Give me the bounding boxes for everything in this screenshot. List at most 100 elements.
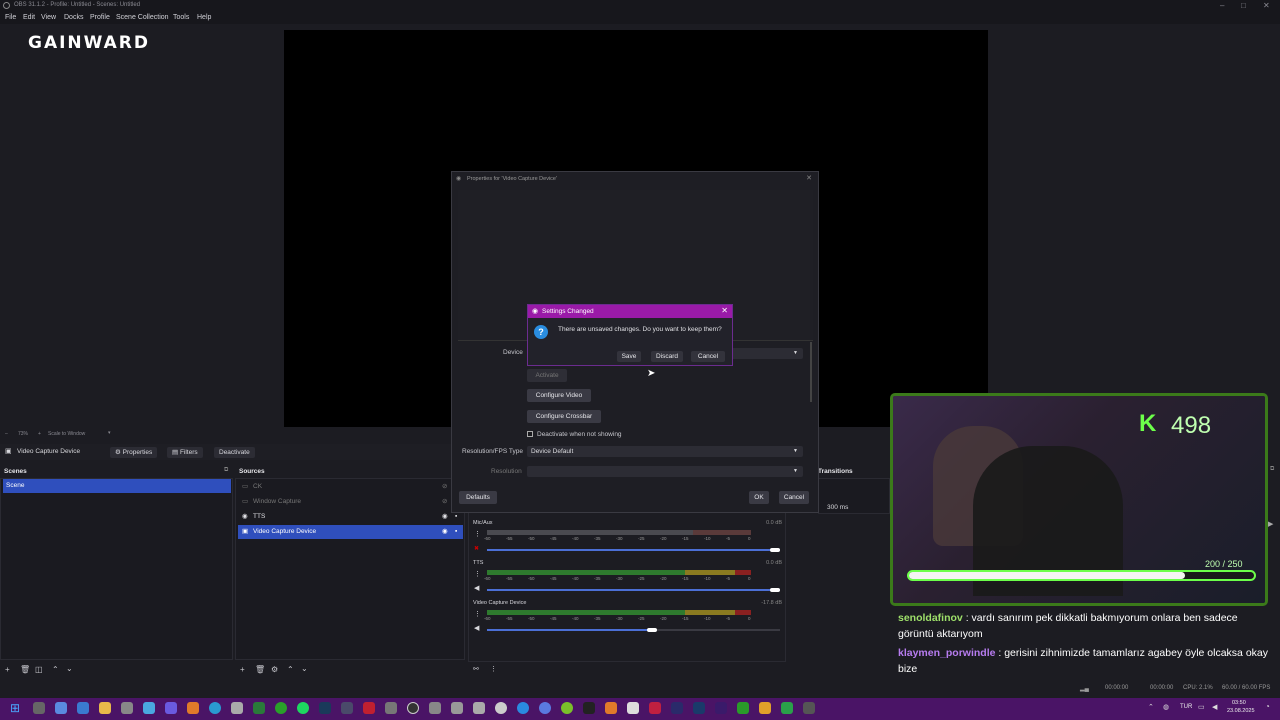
chevron-up-icon[interactable]: ⌃ bbox=[287, 665, 294, 674]
link-icon[interactable]: ⚯ bbox=[473, 665, 479, 673]
filters-button[interactable]: ▤ Filters bbox=[167, 447, 203, 458]
source-item[interactable]: ▭ Window Capture ⊘ bbox=[238, 495, 463, 509]
configure-crossbar-button[interactable]: Configure Crossbar bbox=[527, 410, 601, 423]
cancel-button[interactable]: Cancel bbox=[691, 351, 725, 362]
language-indicator[interactable]: TUR bbox=[1180, 704, 1192, 710]
maximize-icon[interactable]: □ bbox=[1241, 1, 1246, 10]
volume-knob[interactable] bbox=[770, 588, 780, 592]
search-icon[interactable] bbox=[33, 702, 45, 714]
source-item[interactable]: ▭ CK ⊘ bbox=[238, 480, 463, 494]
discord-icon[interactable] bbox=[165, 702, 177, 714]
add-icon[interactable]: + bbox=[5, 665, 10, 674]
app-icon[interactable] bbox=[363, 702, 375, 714]
after-effects-icon[interactable] bbox=[671, 702, 683, 714]
filter-icon[interactable]: ◫ bbox=[35, 665, 43, 674]
obs-taskbar-icon[interactable] bbox=[407, 702, 419, 714]
spotify-icon[interactable] bbox=[297, 702, 309, 714]
menu-file[interactable]: File bbox=[5, 14, 16, 21]
eye-hidden-icon[interactable]: ⊘ bbox=[442, 480, 447, 494]
app-icon[interactable] bbox=[561, 702, 573, 714]
windows-start-icon[interactable]: ⊞ bbox=[10, 701, 20, 715]
widgets-icon[interactable] bbox=[77, 702, 89, 714]
add-icon[interactable]: + bbox=[240, 665, 245, 674]
app-icon[interactable] bbox=[253, 702, 265, 714]
chevron-down-icon[interactable]: ⌄ bbox=[66, 664, 73, 673]
app-icon[interactable] bbox=[341, 702, 353, 714]
clock-time[interactable]: 03:50 bbox=[1232, 700, 1246, 706]
notepad-icon[interactable] bbox=[121, 702, 133, 714]
app-icon[interactable] bbox=[539, 702, 551, 714]
mic-icon[interactable]: ◍ bbox=[1163, 703, 1169, 711]
app-icon[interactable] bbox=[649, 702, 661, 714]
device-select[interactable]: ▼ bbox=[729, 348, 803, 359]
kebab-icon[interactable]: ⋮ bbox=[490, 665, 497, 673]
app-icon[interactable] bbox=[781, 702, 793, 714]
save-button[interactable]: Save bbox=[617, 351, 641, 362]
app-icon[interactable] bbox=[627, 702, 639, 714]
lock-icon[interactable]: ▪ bbox=[455, 525, 457, 539]
gear-icon[interactable]: ⚙ bbox=[271, 665, 278, 674]
source-item[interactable]: ▣ Video Capture Device ◉ ▪ bbox=[238, 525, 463, 539]
app-icon[interactable] bbox=[429, 702, 441, 714]
wordpress-icon[interactable] bbox=[495, 702, 507, 714]
volume-knob[interactable] bbox=[770, 548, 780, 552]
dock-icon[interactable]: ⧉ bbox=[1270, 466, 1274, 473]
volume-slider[interactable] bbox=[487, 588, 780, 592]
menu-scene-collection[interactable]: Scene Collection bbox=[116, 14, 169, 21]
configure-video-button[interactable]: Configure Video bbox=[527, 389, 591, 402]
app-icon[interactable] bbox=[231, 702, 243, 714]
notification-icon[interactable]: ◔ bbox=[1265, 702, 1270, 711]
app-icon[interactable] bbox=[451, 702, 463, 714]
source-item[interactable]: ◉ TTS ◉ ▪ bbox=[238, 510, 463, 524]
xbox-icon[interactable] bbox=[275, 702, 287, 714]
speaker-icon[interactable]: ◀ bbox=[474, 624, 479, 632]
eye-icon[interactable]: ◉ bbox=[442, 525, 448, 539]
app-icon[interactable] bbox=[605, 702, 617, 714]
chevron-up-icon[interactable]: ⌃ bbox=[52, 665, 59, 674]
deactivate-checkbox[interactable] bbox=[527, 431, 533, 437]
chevron-down-icon[interactable]: ⌄ bbox=[301, 664, 308, 673]
app-icon[interactable] bbox=[737, 702, 749, 714]
file-explorer-icon[interactable] bbox=[99, 702, 111, 714]
cancel-button[interactable]: Cancel bbox=[779, 491, 809, 504]
discard-button[interactable]: Discard bbox=[651, 351, 683, 362]
menu-help[interactable]: Help bbox=[197, 14, 211, 21]
chevron-up-icon[interactable]: ⌃ bbox=[1148, 703, 1154, 711]
plus-icon[interactable]: + bbox=[38, 431, 41, 437]
activate-button[interactable]: Activate bbox=[527, 369, 567, 382]
close-icon[interactable]: ✕ bbox=[806, 174, 812, 182]
app-icon[interactable] bbox=[473, 702, 485, 714]
clock-date[interactable]: 23.08.2025 bbox=[1227, 708, 1255, 714]
resolution-fps-type-select[interactable]: Device Default ▼ bbox=[527, 446, 803, 457]
volume-icon[interactable]: ◀ bbox=[1212, 703, 1217, 711]
dock-icon[interactable]: ⧉ bbox=[224, 467, 228, 474]
app-icon[interactable] bbox=[517, 702, 529, 714]
menu-docks[interactable]: Docks bbox=[64, 14, 83, 21]
minimize-icon[interactable]: – bbox=[1220, 1, 1224, 10]
kebab-icon[interactable]: ⋮ bbox=[474, 570, 481, 578]
photoshop-icon[interactable] bbox=[693, 702, 705, 714]
menu-tools[interactable]: Tools bbox=[173, 14, 189, 21]
chevron-right-icon[interactable]: ▶ bbox=[1268, 520, 1273, 528]
app-icon[interactable] bbox=[187, 702, 199, 714]
network-icon[interactable]: ▭ bbox=[1198, 703, 1205, 711]
scene-item[interactable]: Scene bbox=[3, 479, 231, 493]
kebab-icon[interactable]: ⋮ bbox=[474, 610, 481, 618]
trash-icon[interactable]: 🗑 bbox=[20, 665, 30, 674]
volume-knob[interactable] bbox=[647, 628, 657, 632]
premiere-icon[interactable] bbox=[715, 702, 727, 714]
ok-button[interactable]: OK bbox=[749, 491, 769, 504]
trash-icon[interactable]: 🗑 bbox=[255, 665, 265, 674]
chevron-down-icon[interactable]: ▾ bbox=[108, 430, 111, 436]
menu-profile[interactable]: Profile bbox=[90, 14, 110, 21]
properties-button[interactable]: ⚙ Properties bbox=[110, 447, 158, 458]
minus-icon[interactable]: – bbox=[5, 431, 8, 437]
app-icon[interactable] bbox=[143, 702, 155, 714]
menu-edit[interactable]: Edit bbox=[23, 14, 35, 21]
deactivate-button[interactable]: Deactivate bbox=[214, 447, 255, 458]
volume-slider[interactable] bbox=[487, 628, 780, 632]
close-icon[interactable]: ✕ bbox=[1263, 1, 1270, 10]
eye-hidden-icon[interactable]: ⊘ bbox=[442, 495, 447, 509]
speaker-icon[interactable]: ◀ bbox=[474, 584, 479, 592]
transition-duration[interactable]: 300 ms bbox=[827, 504, 848, 511]
